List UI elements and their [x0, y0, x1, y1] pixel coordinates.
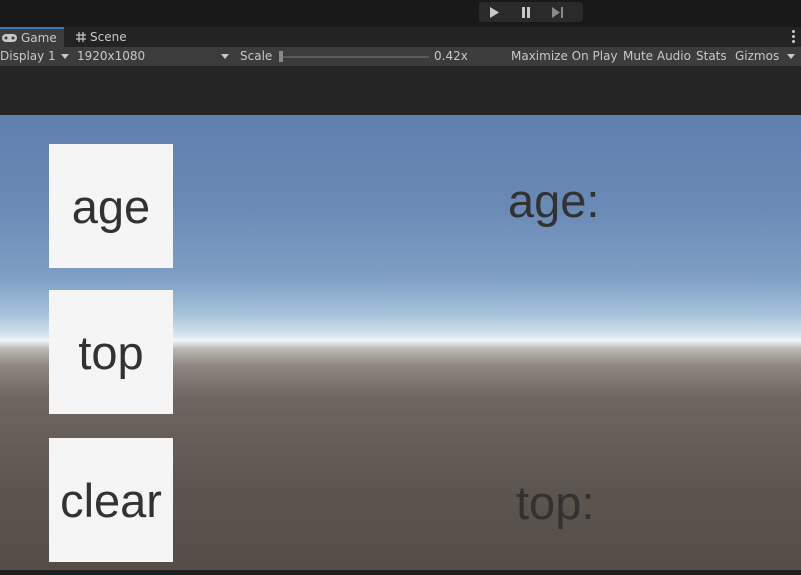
display-dropdown[interactable]: Display 1	[0, 49, 56, 63]
step-icon	[552, 6, 563, 18]
tab-scene[interactable]: Scene	[72, 27, 127, 47]
pause-button[interactable]	[511, 2, 541, 22]
gizmos-dropdown[interactable]: Gizmos	[735, 49, 779, 63]
game-view: age top clear age: top:	[0, 115, 801, 570]
tab-game[interactable]: Game	[0, 27, 64, 47]
more-options-icon[interactable]	[792, 30, 795, 43]
scale-slider-thumb[interactable]	[279, 51, 283, 62]
play-toolbar	[0, 0, 801, 27]
scale-label: Scale	[240, 49, 273, 63]
maximize-on-play-toggle[interactable]: Maximize On Play	[511, 49, 618, 63]
game-view-toolbar: Display 1 1920x1080 Scale 0.42x Maximize…	[0, 47, 801, 67]
mute-audio-toggle[interactable]: Mute Audio	[623, 49, 691, 63]
resolution-dropdown[interactable]: 1920x1080	[77, 49, 145, 63]
tab-game-label: Game	[21, 31, 57, 45]
scale-slider[interactable]	[279, 56, 429, 58]
scale-value: 0.42x	[434, 49, 468, 63]
play-controls	[479, 2, 583, 22]
game-view-margin	[0, 67, 801, 115]
age-button[interactable]: age	[49, 144, 173, 268]
gizmos-chevron-down-icon[interactable]	[787, 54, 795, 59]
gamepad-icon	[2, 34, 17, 42]
top-button[interactable]: top	[49, 290, 173, 414]
grid-icon	[76, 32, 86, 42]
resolution-chevron-down-icon[interactable]	[221, 54, 229, 59]
step-button[interactable]	[543, 2, 573, 22]
view-tabs: Game Scene	[0, 27, 801, 47]
display-chevron-down-icon[interactable]	[61, 54, 69, 59]
bottom-border	[0, 570, 801, 575]
pause-icon	[522, 6, 530, 18]
tab-scene-label: Scene	[90, 30, 127, 44]
clear-button[interactable]: clear	[49, 438, 173, 562]
play-icon	[490, 6, 499, 18]
top-label: top:	[516, 476, 595, 529]
stats-toggle[interactable]: Stats	[696, 49, 727, 63]
age-label: age:	[508, 174, 600, 227]
play-button[interactable]	[479, 2, 509, 22]
